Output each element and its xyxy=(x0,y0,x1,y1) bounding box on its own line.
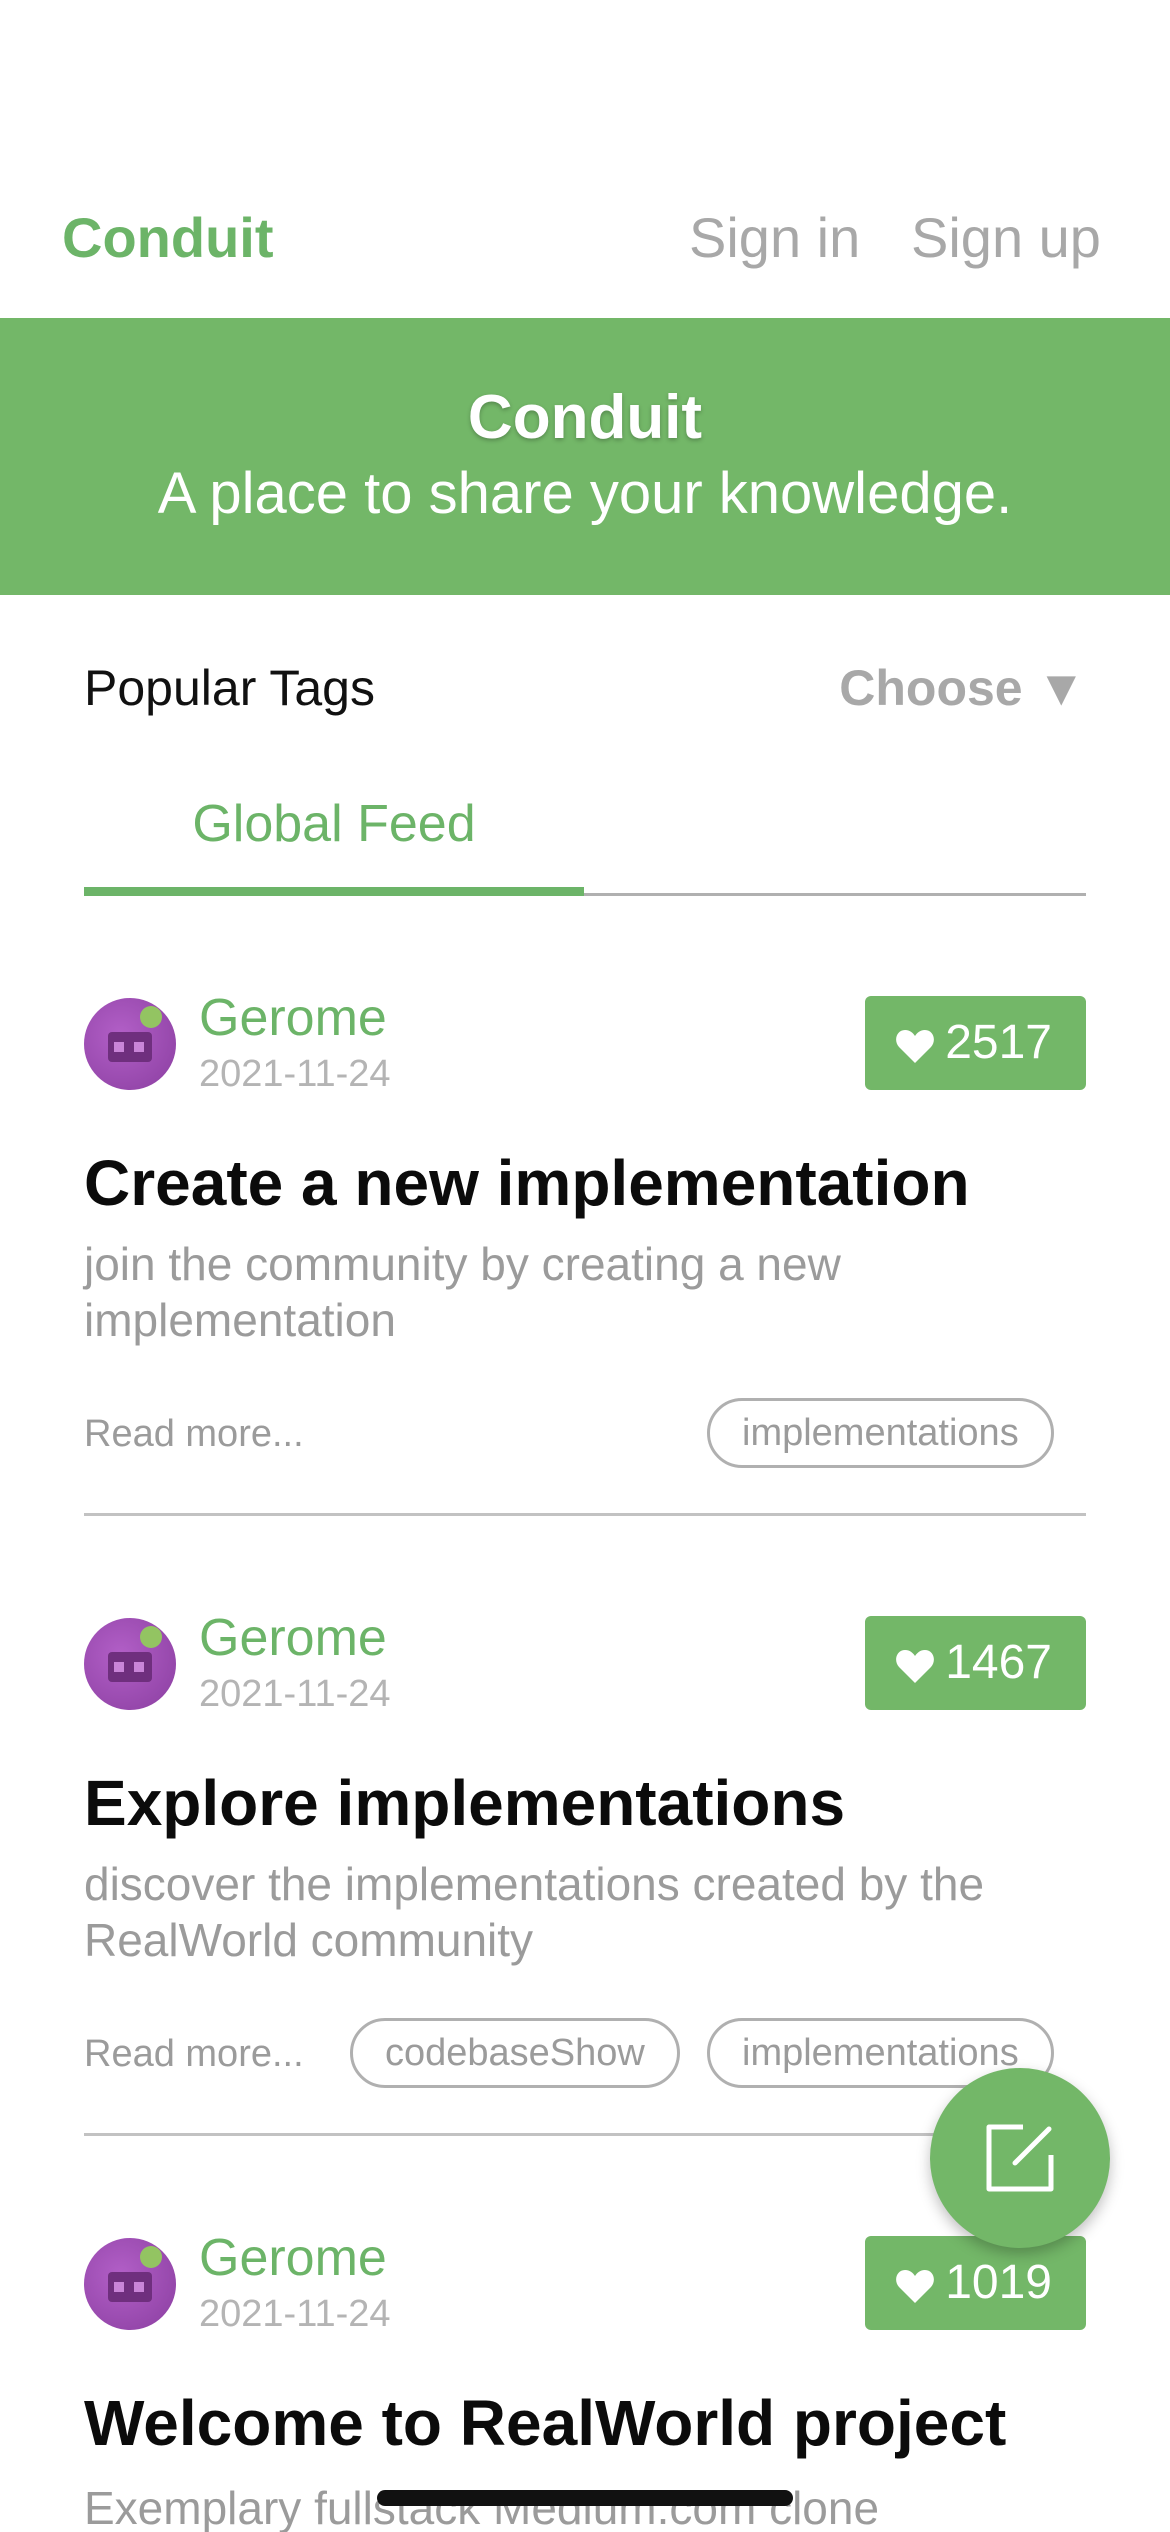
sign-in-link[interactable]: Sign in xyxy=(689,195,860,280)
article-card: Gerome 2021-11-24 1467 Explore implement… xyxy=(84,1609,1086,2136)
app-screen: Conduit Sign in Sign up Conduit A place … xyxy=(0,0,1170,2532)
like-button[interactable]: 2517 xyxy=(865,996,1086,1090)
home-indicator[interactable] xyxy=(377,2490,793,2506)
avatar[interactable] xyxy=(84,1618,176,1710)
navbar: Conduit Sign in Sign up xyxy=(0,195,1170,280)
heart-icon xyxy=(896,1030,935,1063)
banner-title: Conduit xyxy=(467,383,703,452)
article-title[interactable]: Welcome to RealWorld project xyxy=(84,2384,1006,2462)
author-name[interactable]: Gerome xyxy=(199,986,387,1050)
new-article-fab[interactable] xyxy=(930,2068,1110,2248)
tab-global-feed-label: Global Feed xyxy=(192,795,476,853)
tag-choose-dropdown[interactable]: Choose ▼ xyxy=(839,650,1086,726)
heart-icon xyxy=(896,1650,935,1683)
heart-icon xyxy=(896,2270,935,2303)
article-description: Exemplary fullstack Medium.com clone xyxy=(84,2482,880,2532)
tab-global-feed[interactable]: Global Feed xyxy=(84,778,584,896)
like-count: 2517 xyxy=(945,1016,1052,1069)
like-count: 1019 xyxy=(945,2256,1052,2309)
brand-logo[interactable]: Conduit xyxy=(62,195,273,280)
feed-tabs: Global Feed xyxy=(84,778,1086,896)
like-count: 1467 xyxy=(945,1636,1052,1689)
article-card: Gerome 2021-11-24 1019 Welcome to RealWo… xyxy=(84,2229,1086,2532)
avatar[interactable] xyxy=(84,998,176,1090)
banner-subtitle: A place to share your knowledge. xyxy=(157,461,1013,526)
banner: Conduit A place to share your knowledge. xyxy=(0,318,1170,595)
popular-tags-title: Popular Tags xyxy=(84,660,375,716)
avatar[interactable] xyxy=(84,2238,176,2330)
edit-icon xyxy=(986,2124,1054,2192)
read-more-link[interactable]: Read more... xyxy=(84,1404,304,1464)
popular-tags-row: Popular Tags Choose ▼ xyxy=(84,650,1086,726)
like-button[interactable]: 1467 xyxy=(865,1616,1086,1710)
article-description: discover the implementations created by … xyxy=(84,1858,985,1966)
article-title[interactable]: Create a new implementation xyxy=(84,1144,970,1222)
article-description: join the community by creating a new imp… xyxy=(84,1238,841,1346)
read-more-link[interactable]: Read more... xyxy=(84,2024,304,2084)
article-title[interactable]: Explore implementations xyxy=(84,1764,845,1842)
tag-pill[interactable]: implementations xyxy=(707,1398,1054,1468)
author-name[interactable]: Gerome xyxy=(199,1606,387,1670)
article-card: Gerome 2021-11-24 2517 Create a new impl… xyxy=(84,989,1086,1516)
article-date: 2021-11-24 xyxy=(199,1673,391,1715)
sign-up-link[interactable]: Sign up xyxy=(911,195,1101,280)
author-name[interactable]: Gerome xyxy=(199,2226,387,2290)
like-button[interactable]: 1019 xyxy=(865,2236,1086,2330)
tag-pill[interactable]: codebaseShow xyxy=(350,2018,680,2088)
article-date: 2021-11-24 xyxy=(199,2293,391,2335)
article-date: 2021-11-24 xyxy=(199,1053,391,1095)
